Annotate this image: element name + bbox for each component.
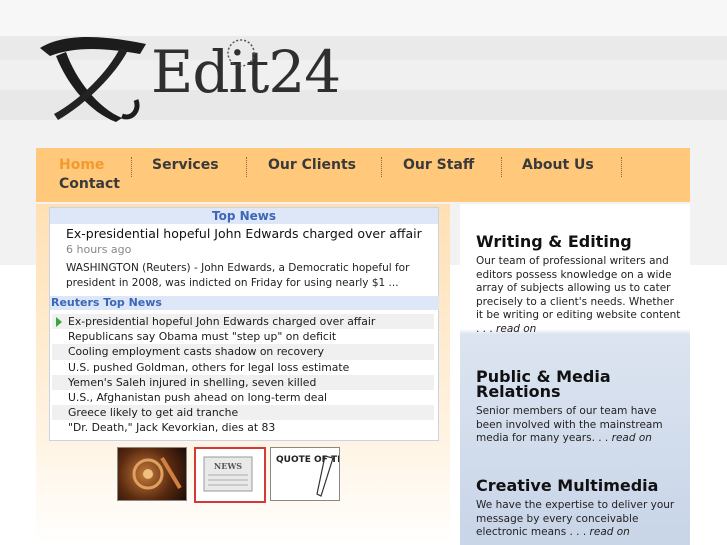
headline-item[interactable]: "Dr. Death," Jack Kevorkian, dies at 83 xyxy=(52,420,434,435)
photo-thumbnail[interactable] xyxy=(117,447,187,501)
section-body: Senior members of our team have been inv… xyxy=(476,405,682,446)
reuters-header[interactable]: Reuters Top News xyxy=(50,296,439,310)
news-thumbnail[interactable]: NEWS xyxy=(194,447,266,503)
headline-text: Republicans say Obama must "step up" on … xyxy=(68,330,337,344)
headline-item[interactable]: U.S., Afghanistan push ahead on long-ter… xyxy=(52,390,434,405)
nav-services[interactable]: Services xyxy=(152,157,219,173)
nav-about-us[interactable]: About Us xyxy=(522,157,594,173)
main-nav: Home Services Our Clients Our Staff Abou… xyxy=(36,148,690,202)
clock-icon xyxy=(227,39,255,67)
featured-news-time: 6 hours ago xyxy=(66,243,132,256)
section-title: Writing & Editing xyxy=(476,232,632,251)
headline-item[interactable]: Greece likely to get aid tranche xyxy=(52,405,434,421)
section-creative-multimedia: Creative Multimedia We have the expertis… xyxy=(476,478,682,540)
headline-text: U.S. pushed Goldman, others for legal lo… xyxy=(68,360,350,374)
read-on-link[interactable]: read on xyxy=(496,323,536,335)
nav-divider xyxy=(131,157,132,177)
nav-contact[interactable]: Contact xyxy=(59,176,120,192)
nav-home[interactable]: Home xyxy=(59,157,104,173)
quote-pen-icon: QUOTE OF THE WEEK xyxy=(276,455,384,497)
headline-text: "Dr. Death," Jack Kevorkian, dies at 83 xyxy=(68,421,276,435)
nav-divider xyxy=(381,157,382,177)
headline-item[interactable]: Republicans say Obama must "step up" on … xyxy=(52,329,434,344)
section-public-media-relations: Public & Media Relations Senior members … xyxy=(476,369,682,446)
news-widget: Top News Ex-presidential hopeful John Ed… xyxy=(49,207,439,441)
machinery-photo-icon xyxy=(132,456,182,490)
nav-our-staff[interactable]: Our Staff xyxy=(403,157,474,173)
headline-text: U.S., Afghanistan push ahead on long-ter… xyxy=(68,390,328,404)
featured-news-summary: WASHINGTON (Reuters) - John Edwards, a D… xyxy=(66,262,410,289)
quote-of-the-week-thumbnail[interactable]: QUOTE OF THE WEEK xyxy=(270,447,384,501)
x-pen-logo-icon xyxy=(40,37,146,122)
read-on-link[interactable]: read on xyxy=(590,526,630,538)
headline-text: Greece likely to get aid tranche xyxy=(68,406,239,420)
quote-of-the-week-label: QUOTE OF THE WEEK xyxy=(276,455,339,465)
news-widget-header: Top News xyxy=(50,208,438,224)
section-body: We have the expertise to deliver your me… xyxy=(476,499,682,540)
newspaper-icon: NEWS xyxy=(203,456,253,492)
headline-text: Cooling employment casts shadow on recov… xyxy=(68,345,324,359)
nav-divider xyxy=(501,157,502,177)
featured-news-title[interactable]: Ex-presidential hopeful John Edwards cha… xyxy=(66,226,422,241)
nav-divider xyxy=(246,157,247,177)
headline-text: Ex-presidential hopeful John Edwards cha… xyxy=(68,315,376,328)
section-writing-editing: Writing & Editing Our team of profession… xyxy=(476,234,682,337)
headline-text: Yemen's Saleh injured in shelling, seven… xyxy=(68,375,317,389)
section-title: Public & Media Relations xyxy=(476,367,611,401)
nav-divider xyxy=(621,157,622,177)
site-logo[interactable]: Edit24 xyxy=(36,30,356,125)
headline-list: Ex-presidential hopeful John Edwards cha… xyxy=(50,314,438,436)
section-text: We have the expertise to deliver your me… xyxy=(476,499,675,539)
headline-item[interactable]: U.S. pushed Goldman, others for legal lo… xyxy=(52,360,434,375)
headline-item[interactable]: Ex-presidential hopeful John Edwards cha… xyxy=(52,314,434,330)
nav-our-clients[interactable]: Our Clients xyxy=(268,157,356,173)
section-body: Our team of professional writers and edi… xyxy=(476,255,682,337)
play-arrow-icon xyxy=(56,317,62,327)
read-on-link[interactable]: read on xyxy=(612,432,652,444)
headline-item[interactable]: Cooling employment casts shadow on recov… xyxy=(52,344,434,360)
newspaper-icon-text: NEWS xyxy=(214,461,242,471)
section-title: Creative Multimedia xyxy=(476,476,659,495)
headline-item[interactable]: Yemen's Saleh injured in shelling, seven… xyxy=(52,374,434,390)
